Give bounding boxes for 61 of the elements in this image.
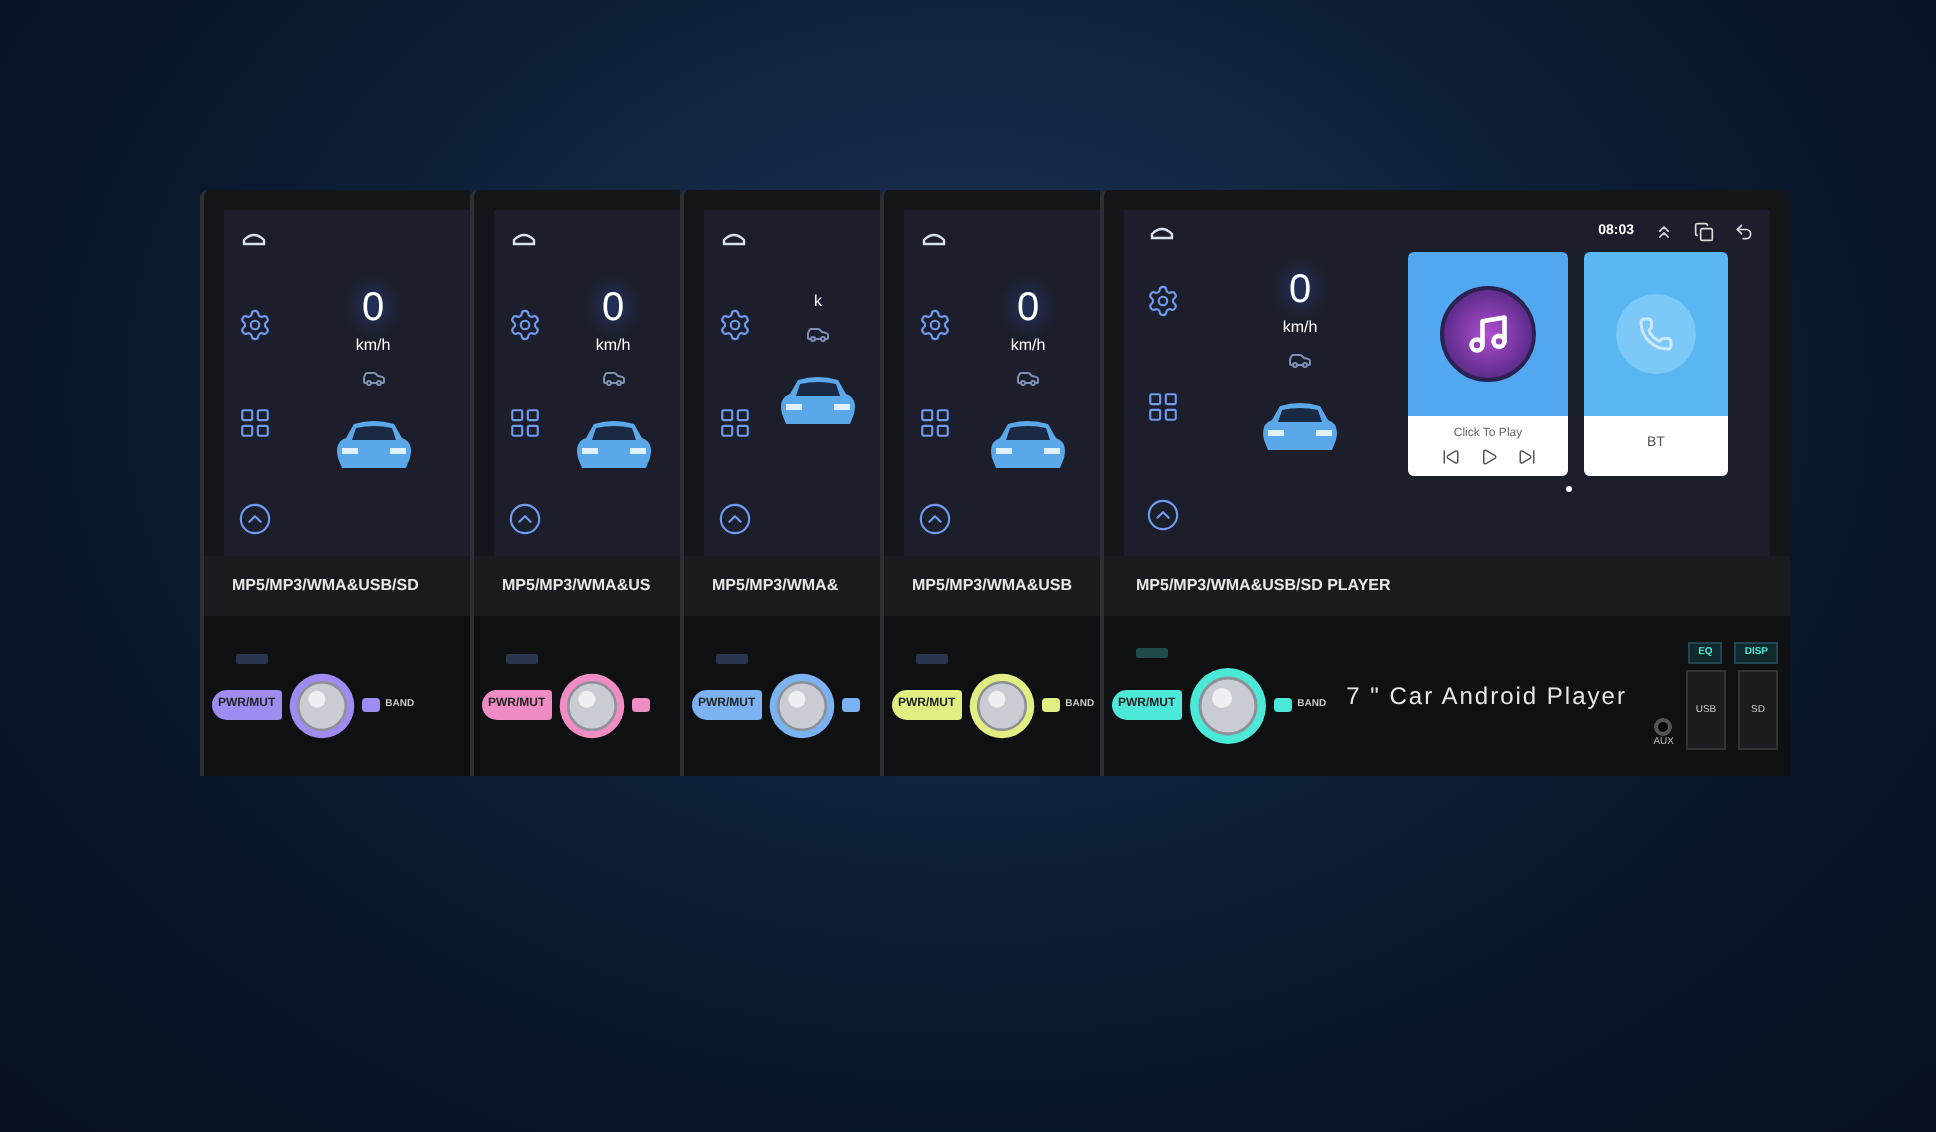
fascia-label: MP5/MP3/WMA&US bbox=[502, 574, 651, 598]
home-icon[interactable] bbox=[922, 230, 946, 246]
back-icon[interactable] bbox=[1734, 222, 1754, 243]
home-icon[interactable] bbox=[242, 230, 266, 246]
grid-icon[interactable] bbox=[507, 405, 541, 440]
band-button[interactable] bbox=[1273, 698, 1292, 712]
windows-icon[interactable] bbox=[1694, 222, 1714, 243]
phone-icon bbox=[1638, 315, 1674, 351]
touch-screen[interactable]: k bbox=[704, 210, 880, 556]
fascia-label: MP5/MP3/WMA& bbox=[712, 574, 839, 598]
car-icon bbox=[806, 322, 830, 346]
grid-icon[interactable] bbox=[1145, 390, 1179, 425]
car-icon bbox=[361, 366, 385, 390]
speed-unit: km/h bbox=[595, 334, 631, 358]
grid-icon[interactable] bbox=[237, 405, 271, 440]
chevrons-up-icon[interactable] bbox=[1654, 222, 1674, 243]
band-button[interactable] bbox=[841, 698, 860, 712]
settings-icon[interactable] bbox=[1145, 283, 1179, 317]
home-icon[interactable] bbox=[722, 230, 746, 246]
home-icon[interactable] bbox=[1150, 224, 1174, 241]
navigation-icon[interactable] bbox=[507, 501, 541, 536]
home-icon[interactable] bbox=[512, 230, 536, 246]
band-button[interactable] bbox=[1041, 698, 1060, 712]
music-note-icon bbox=[1466, 311, 1510, 355]
play-icon[interactable] bbox=[1479, 447, 1497, 465]
speed-unit: km/h bbox=[1282, 315, 1318, 339]
touch-screen[interactable]: 0 km/h bbox=[904, 210, 1100, 556]
settings-icon[interactable] bbox=[237, 308, 271, 343]
speed-unit: km/h bbox=[355, 334, 391, 358]
speed-reading: 0 bbox=[361, 286, 385, 330]
previous-icon[interactable] bbox=[1441, 447, 1459, 465]
volume-knob-drawing[interactable] bbox=[287, 671, 356, 739]
volume-knob-drawing[interactable] bbox=[767, 671, 836, 739]
car-icon bbox=[601, 366, 625, 390]
navigation-icon[interactable] bbox=[717, 501, 751, 536]
settings-icon[interactable] bbox=[717, 308, 751, 343]
speed-unit: k bbox=[814, 290, 822, 314]
speed-reading: 0 bbox=[1288, 267, 1312, 311]
grid-icon[interactable] bbox=[917, 405, 951, 440]
band-button[interactable] bbox=[631, 698, 650, 712]
grid-icon[interactable] bbox=[717, 405, 751, 440]
navigation-icon[interactable] bbox=[917, 501, 951, 536]
speed-reading: 0 bbox=[1016, 286, 1040, 330]
touch-screen[interactable]: 0 km/h bbox=[224, 210, 470, 556]
settings-icon[interactable] bbox=[507, 308, 541, 343]
navigation-icon[interactable] bbox=[237, 501, 271, 536]
speed-reading: 0 bbox=[601, 286, 625, 330]
volume-knob-drawing[interactable] bbox=[557, 671, 626, 739]
touch-screen[interactable]: 0 km/h bbox=[494, 210, 680, 556]
speed-unit: km/h bbox=[1010, 334, 1046, 358]
car-icon bbox=[1016, 366, 1040, 390]
next-icon[interactable] bbox=[1517, 447, 1535, 465]
model-name: 7 " Car Android Player bbox=[1346, 680, 1627, 714]
fascia-label: MP5/MP3/WMA&USB/SD bbox=[232, 574, 419, 598]
fascia-label: MP5/MP3/WMA&USB/SD PLAYER bbox=[1136, 574, 1391, 598]
settings-icon[interactable] bbox=[917, 308, 951, 343]
fascia-label: MP5/MP3/WMA&USB bbox=[912, 574, 1073, 598]
band-button[interactable] bbox=[361, 698, 380, 712]
volume-knob-drawing[interactable] bbox=[967, 671, 1036, 739]
navigation-icon[interactable] bbox=[1145, 498, 1179, 532]
volume-knob-drawing[interactable] bbox=[1187, 665, 1268, 745]
